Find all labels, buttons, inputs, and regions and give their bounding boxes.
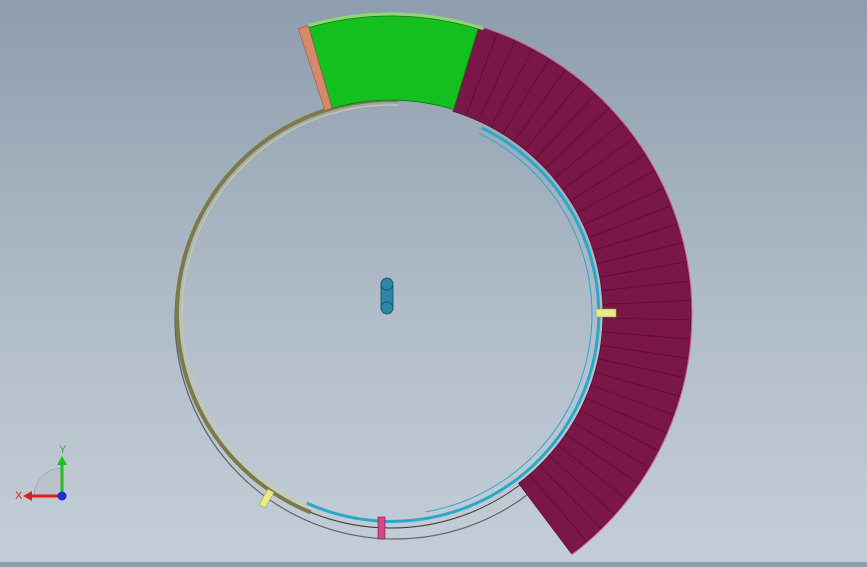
triad-z-axis-dot <box>57 491 67 501</box>
hub-bottom-cap <box>380 301 394 315</box>
triad-y-arrowhead <box>57 456 67 465</box>
spiral-ramp <box>452 25 693 555</box>
triad-y-label: Y <box>59 444 67 456</box>
center-hub <box>380 277 394 315</box>
ring-marker-bottom <box>377 516 386 540</box>
triad-x-arrowhead <box>23 491 32 501</box>
coordinate-triad: Y X <box>15 444 67 502</box>
hub-top-cap <box>380 277 394 291</box>
model-scene <box>174 12 693 555</box>
olive-ring-arc <box>174 98 399 515</box>
cad-viewport[interactable]: Y X <box>0 0 867 562</box>
green-landing-block <box>308 15 479 110</box>
triad-x-label: X <box>15 490 23 502</box>
triad-quarter-plane <box>33 467 63 497</box>
light-ring-arc <box>181 104 399 509</box>
ring-marker-right <box>595 308 617 318</box>
ring-marker-lower-left <box>258 488 275 509</box>
